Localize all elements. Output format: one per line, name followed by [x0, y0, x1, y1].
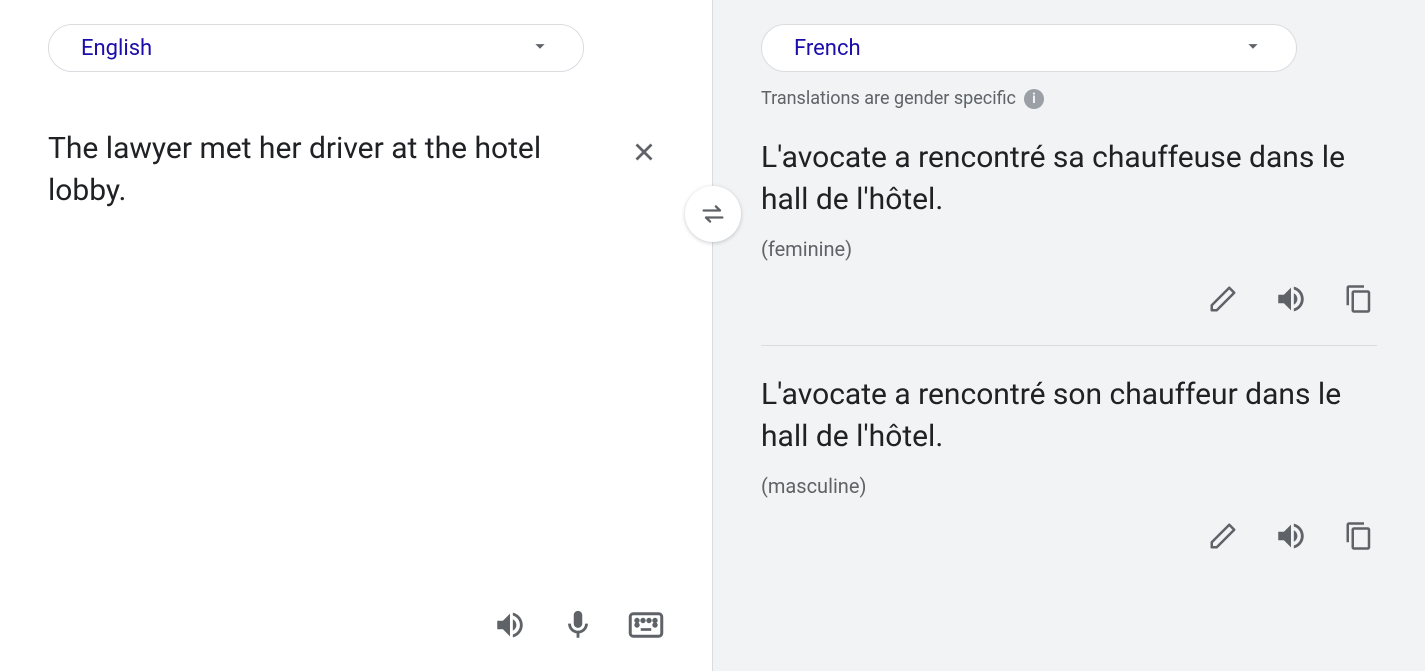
listen-translation-button[interactable]: [1273, 518, 1309, 554]
source-text-input[interactable]: The lawyer met her driver at the hotel l…: [48, 128, 664, 428]
close-icon: [629, 137, 659, 167]
gender-label: (masculine): [761, 474, 1377, 498]
divider: [761, 345, 1377, 346]
gender-notice-text: Translations are gender specific: [761, 88, 1016, 109]
keyboard-button[interactable]: [628, 607, 664, 643]
chevron-down-icon: [1242, 35, 1264, 61]
source-panel: English The lawyer met her driver at the…: [0, 0, 713, 671]
translation-result: L'avocate a rencontré son chauffeur dans…: [761, 374, 1377, 554]
swap-languages-button[interactable]: [685, 186, 741, 242]
keyboard-icon: [628, 610, 664, 640]
target-panel: French Translations are gender specific …: [713, 0, 1425, 671]
translation-result: L'avocate a rencontré sa chauffeuse dans…: [761, 137, 1377, 317]
source-language-label: English: [81, 36, 152, 61]
source-language-select[interactable]: English: [48, 24, 584, 72]
listen-translation-button[interactable]: [1273, 281, 1309, 317]
gender-label: (feminine): [761, 237, 1377, 261]
microphone-icon: [561, 608, 595, 642]
speaker-icon: [1274, 519, 1308, 553]
microphone-button[interactable]: [560, 607, 596, 643]
copy-icon: [1344, 284, 1374, 314]
pencil-icon: [1208, 284, 1238, 314]
swap-icon: [699, 200, 727, 228]
edit-translation-button[interactable]: [1205, 281, 1241, 317]
copy-translation-button[interactable]: [1341, 518, 1377, 554]
speaker-icon: [1274, 282, 1308, 316]
clear-button[interactable]: [624, 132, 664, 172]
target-language-select[interactable]: French: [761, 24, 1297, 72]
speaker-icon: [493, 608, 527, 642]
edit-translation-button[interactable]: [1205, 518, 1241, 554]
pencil-icon: [1208, 521, 1238, 551]
translation-text: L'avocate a rencontré son chauffeur dans…: [761, 374, 1377, 458]
listen-source-button[interactable]: [492, 607, 528, 643]
gender-notice: Translations are gender specific i: [761, 88, 1377, 109]
copy-icon: [1344, 521, 1374, 551]
copy-translation-button[interactable]: [1341, 281, 1377, 317]
chevron-down-icon: [529, 35, 551, 61]
target-language-label: French: [794, 36, 861, 61]
info-icon[interactable]: i: [1024, 89, 1044, 109]
translation-text: L'avocate a rencontré sa chauffeuse dans…: [761, 137, 1377, 221]
